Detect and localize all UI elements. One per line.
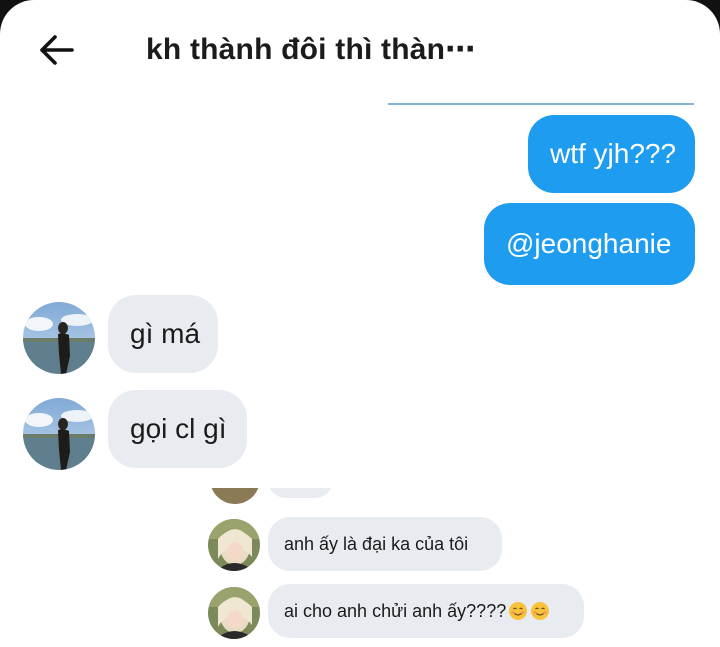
divider-line <box>388 103 694 105</box>
received-message[interactable]: anh ấy là đại ka của tôi <box>268 517 502 571</box>
received-message[interactable]: gọi cl gì <box>108 390 247 468</box>
avatar[interactable] <box>23 302 95 374</box>
message-text: anh ấy là đại ka của tôi <box>284 533 469 554</box>
sent-message[interactable]: @jeonghanie <box>484 203 695 285</box>
cropped-bubble <box>268 488 333 504</box>
arrow-left-icon <box>40 35 74 65</box>
chat-title: kh thành đôi thì thàn⋯ <box>146 33 476 66</box>
received-message[interactable]: gì má <box>108 295 218 373</box>
message-text: @jeonghanie <box>506 228 672 259</box>
avatar[interactable] <box>208 587 260 639</box>
message-text: ai cho anh chửi anh ấy???? <box>284 600 507 621</box>
chat-screen: kh thành đôi thì thàn⋯ wtf yjh??? @jeong… <box>0 0 720 647</box>
back-button[interactable] <box>34 28 78 72</box>
received-message[interactable]: ai cho anh chửi anh ấy???? <box>268 584 584 638</box>
smiling-face-icon <box>531 602 550 620</box>
smiling-face-icon <box>509 602 528 620</box>
sent-message[interactable]: wtf yjh??? <box>528 115 695 193</box>
chat-header: kh thành đôi thì thàn⋯ <box>0 0 720 100</box>
cropped-avatar <box>210 488 260 504</box>
message-text: gọi cl gì <box>130 413 227 444</box>
message-text: gì má <box>130 318 201 349</box>
avatar[interactable] <box>23 398 95 470</box>
message-text: wtf yjh??? <box>550 138 677 169</box>
avatar[interactable] <box>208 519 260 571</box>
